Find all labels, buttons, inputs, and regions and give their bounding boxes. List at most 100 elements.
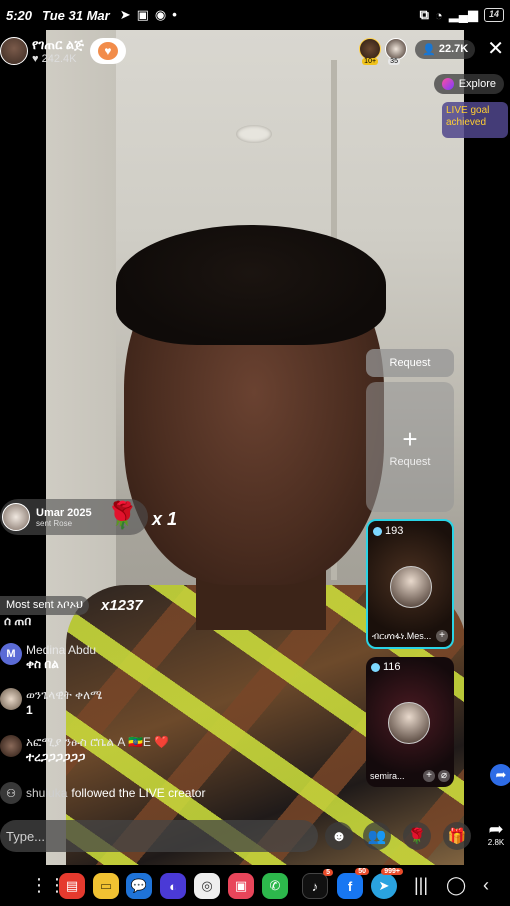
comment-partial: ሰ ጠበ [4, 614, 32, 628]
browser-app-icon[interactable]: ◐ [160, 873, 186, 899]
most-sent-badge: Most sent እቦኦህ [0, 596, 89, 615]
explore-label: Explore [458, 78, 496, 90]
comment-item[interactable]: M Medina Abdu ቀስ በል [0, 643, 96, 672]
status-bar: 5:20 Tue 31 Mar ➤ ▣ ◉ • ⧉ ◔ ▂▄▆ 14 [0, 0, 510, 30]
most-sent-multiplier: x1237 [101, 597, 143, 614]
streamer-hair [116, 225, 386, 345]
status-date: Tue 31 Mar [42, 7, 110, 23]
dot-icon: • [172, 7, 177, 22]
follow-event-text: followed the LIVE creator [71, 786, 206, 800]
comment-text: 1 [26, 703, 33, 717]
comment-avatar[interactable]: M [0, 643, 22, 665]
comment-item[interactable]: ወንጌላዊት ቀለሜ 1 [0, 688, 102, 717]
host-avatar[interactable] [0, 37, 28, 65]
battery-icon: 14 [484, 8, 504, 22]
viewer-count-button[interactable]: 👤 22.7K [415, 39, 476, 59]
guest-avatar-2 [388, 702, 430, 744]
notes-app-icon[interactable]: ▭ [93, 873, 119, 899]
comment-text: ተረጋጋጋጋጋጋ [26, 750, 86, 764]
comment-body: ወንጌላዊት ቀለሜ 1 [26, 688, 102, 717]
guest-avatar-1 [390, 566, 432, 608]
camera-app-icon[interactable]: ◎ [194, 873, 220, 899]
request-slot-label: Request [389, 456, 431, 468]
phone-app-icon[interactable]: ✆ [262, 873, 288, 899]
follow-button[interactable]: ♥ [89, 38, 126, 64]
comment-avatar[interactable] [0, 688, 22, 710]
add-guest-icon[interactable]: + [423, 770, 435, 782]
telegram-notification-icon: ➤ [119, 7, 131, 22]
cast-icon: ⧉ [419, 7, 429, 22]
host-likes-count: 242.4K [41, 53, 77, 65]
request-header-button[interactable]: Request [366, 349, 454, 377]
recent-apps-icon[interactable]: ||| [414, 875, 428, 896]
share-count: 2.8K [487, 838, 505, 847]
tiktok-app-icon[interactable]: ♪ 5 [302, 869, 333, 899]
viewer-area: 10+ 35 👤 22.7K ✕ [359, 38, 504, 65]
heart-plus-icon: ♥ [97, 42, 118, 60]
facebook-badge: 50 [355, 868, 369, 875]
guest-name-row-1: ብርሆሰፋነ.Mes... + [372, 630, 448, 642]
messages-app-icon[interactable]: 💬 [126, 873, 152, 899]
viewer-count: 22.7K [438, 43, 469, 55]
gift-box-icon[interactable]: 🎁 [443, 822, 471, 850]
viewer-rank-badge-1: 10+ [362, 58, 379, 65]
share-float-icon[interactable]: ➦ [490, 764, 510, 786]
status-time: 5:20 [6, 7, 33, 23]
home-icon[interactable]: ◯ [446, 875, 466, 896]
back-icon[interactable]: ‹ [483, 875, 489, 896]
wifi-icon: ◔ [434, 7, 443, 23]
tiktok-live-screen: 5:20 Tue 31 Mar ➤ ▣ ◉ • ⧉ ◔ ▂▄▆ 14 የገጠር … [0, 0, 510, 906]
bottom-input-bar: ☻ 👥 🌹 🎁 ➦ 2.8K [0, 820, 510, 852]
add-guest-icon[interactable]: + [436, 630, 448, 642]
top-viewer-avatar-2[interactable]: 35 [385, 38, 408, 65]
person-outline-icon: ⚇ [0, 782, 22, 804]
live-goal-badge[interactable]: LIVE goal achieved [442, 102, 508, 138]
comment-username: አፎሚያ ንፁስ ሮቤል A 🇪🇹E ❤️ [26, 735, 170, 749]
multi-guest-icon[interactable]: 👥 [363, 822, 391, 850]
guest-score-value-2: 116 [383, 661, 401, 673]
follow-event-user[interactable]: shuluka [26, 786, 67, 800]
comment-input[interactable] [0, 820, 318, 852]
guest-name-1: ብርሆሰፋነ.Mes... [372, 630, 432, 641]
share-arrow-icon: ➦ [488, 819, 504, 839]
gift-multiplier: x 1 [152, 509, 178, 529]
gift-info: Umar 2025 sent Rose [36, 507, 92, 528]
tiktok-badge: 5 [323, 869, 333, 876]
gift-sender-name: Umar 2025 [36, 506, 92, 519]
gift-sender-avatar[interactable] [2, 503, 30, 531]
comment-text: ቀስ በል [26, 657, 59, 671]
mic-muted-icon[interactable]: ⌀ [438, 770, 450, 782]
close-icon[interactable]: ✕ [487, 39, 504, 59]
guest-tile-1[interactable]: 193 ብርሆሰፋነ.Mes... + [366, 519, 454, 649]
person-icon: 👤 [422, 43, 436, 56]
request-slot[interactable]: + Request [366, 382, 454, 512]
telegram-badge: 999+ [381, 868, 403, 875]
signal-icon: ▂▄▆ [448, 7, 478, 22]
guest-score-value-1: 193 [385, 525, 404, 537]
android-dock: ⋮⋮ ▤ ▭ 💬 ◐ ◎ ▣ ✆ ♪ 5 f 50 ➤ 999+ ||| ◯ ‹ [0, 866, 510, 906]
comment-username: Medina Abdu [26, 643, 97, 657]
comment-body: Medina Abdu ቀስ በል [26, 643, 96, 672]
coin-icon [373, 526, 382, 536]
share-button[interactable]: ➦ 2.8K [482, 820, 510, 847]
guest-tile-2[interactable]: 116 semira... + ⌀ [366, 657, 454, 787]
system-icons: ⧉ ◔ ▂▄▆ 14 [420, 7, 504, 23]
emoji-icon[interactable]: ☻ [325, 822, 353, 850]
telegram-app-icon[interactable]: ➤ 999+ [371, 868, 403, 899]
comment-item[interactable]: አፎሚያ ንፁስ ሮቤል A 🇪🇹E ❤️ ተረጋጋጋጋጋጋ [0, 735, 169, 765]
comment-avatar[interactable] [0, 735, 22, 757]
store-app-icon[interactable]: ▣ [228, 873, 254, 899]
coin-icon [371, 662, 380, 672]
host-likes: ♥ 242.4K [32, 53, 77, 65]
rose-gift-icon[interactable]: 🌹 [403, 822, 431, 850]
explore-button[interactable]: Explore [433, 74, 504, 94]
top-viewer-avatar-1[interactable]: 10+ [359, 38, 382, 65]
gift-description: sent Rose [36, 518, 73, 528]
host-bar[interactable]: የገጠር ልጅ ♥ 242.4K ♥ [0, 34, 126, 68]
follow-event: ⚇ shuluka followed the LIVE creator [0, 782, 205, 804]
host-info[interactable]: የገጠር ልጅ ♥ 242.4K [32, 37, 84, 65]
facebook-app-icon[interactable]: f 50 [337, 868, 369, 899]
comment-username: ወንጌላዊት ቀለሜ [26, 688, 103, 702]
app-icon-red[interactable]: ▤ [59, 873, 85, 899]
guest-score-2: 116 [371, 661, 401, 673]
